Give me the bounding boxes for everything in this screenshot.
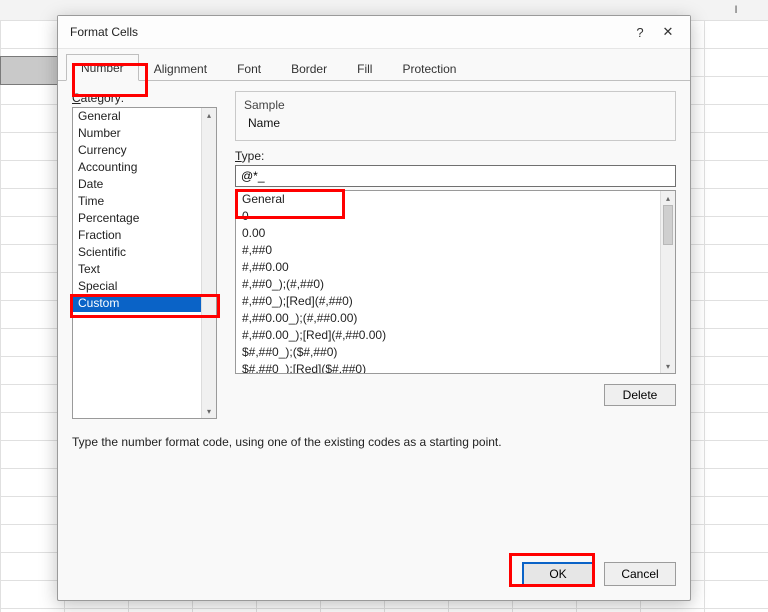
category-label: Category: (72, 91, 217, 105)
category-item-time[interactable]: Time (73, 193, 202, 210)
category-item-number[interactable]: Number (73, 125, 202, 142)
scroll-up-icon[interactable]: ▴ (661, 191, 675, 205)
format-cells-dialog: Format Cells ? ✕ Number Alignment Font B… (57, 15, 691, 601)
type-item[interactable]: #,##0.00_);[Red](#,##0.00) (236, 327, 661, 344)
scroll-track[interactable] (661, 205, 675, 359)
type-listbox[interactable]: General 0 0.00 #,##0 #,##0.00 #,##0_);(#… (235, 190, 676, 374)
category-item-currency[interactable]: Currency (73, 142, 202, 159)
sample-value: Name (244, 112, 667, 130)
format-hint: Type the number format code, using one o… (72, 435, 676, 449)
scroll-up-icon[interactable]: ▴ (202, 108, 216, 122)
type-item[interactable]: #,##0.00 (236, 259, 661, 276)
scroll-down-icon[interactable]: ▾ (202, 404, 216, 418)
close-button[interactable]: ✕ (654, 21, 682, 43)
type-item[interactable]: #,##0_);[Red](#,##0) (236, 293, 661, 310)
type-item[interactable]: 0 (236, 208, 661, 225)
type-label: Type: (235, 149, 676, 163)
dialog-titlebar[interactable]: Format Cells ? ✕ (58, 16, 690, 49)
scroll-thumb[interactable] (663, 205, 673, 245)
dialog-body: Category: General Number Currency Accoun… (58, 81, 690, 552)
sample-box: Sample Name (235, 91, 676, 141)
tab-fill[interactable]: Fill (342, 55, 387, 81)
dialog-title: Format Cells (70, 25, 626, 39)
tab-font[interactable]: Font (222, 55, 276, 81)
category-listbox[interactable]: General Number Currency Accounting Date … (72, 107, 217, 419)
category-item-custom[interactable]: Custom (73, 295, 202, 312)
column-header-I[interactable]: I (704, 0, 768, 20)
scroll-track[interactable] (202, 122, 216, 404)
type-item[interactable]: 0.00 (236, 225, 661, 242)
category-item-special[interactable]: Special (73, 278, 202, 295)
category-scrollbar[interactable]: ▴ ▾ (201, 108, 216, 418)
type-item[interactable]: #,##0 (236, 242, 661, 259)
tab-protection[interactable]: Protection (387, 55, 471, 81)
type-item[interactable]: General (236, 191, 661, 208)
dialog-footer: OK Cancel (58, 552, 690, 600)
close-icon: ✕ (663, 24, 674, 40)
sample-label: Sample (244, 98, 667, 112)
category-item-date[interactable]: Date (73, 176, 202, 193)
type-input[interactable] (235, 165, 676, 187)
category-item-percentage[interactable]: Percentage (73, 210, 202, 227)
tab-number[interactable]: Number (66, 54, 139, 81)
type-item[interactable]: #,##0_);(#,##0) (236, 276, 661, 293)
tab-border[interactable]: Border (276, 55, 342, 81)
type-item[interactable]: $#,##0_);[Red]($#,##0) (236, 361, 661, 374)
type-item[interactable]: #,##0.00_);(#,##0.00) (236, 310, 661, 327)
scroll-down-icon[interactable]: ▾ (661, 359, 675, 373)
active-cell[interactable] (0, 56, 65, 85)
help-button[interactable]: ? (626, 21, 654, 43)
delete-button[interactable]: Delete (604, 384, 676, 406)
cancel-button[interactable]: Cancel (604, 562, 676, 586)
question-mark-icon: ? (636, 25, 643, 40)
dialog-tabs: Number Alignment Font Border Fill Protec… (58, 53, 690, 81)
tab-alignment[interactable]: Alignment (139, 55, 222, 81)
ok-button[interactable]: OK (522, 562, 594, 586)
category-item-scientific[interactable]: Scientific (73, 244, 202, 261)
category-item-fraction[interactable]: Fraction (73, 227, 202, 244)
category-item-accounting[interactable]: Accounting (73, 159, 202, 176)
type-scrollbar[interactable]: ▴ ▾ (660, 191, 675, 373)
type-item[interactable]: $#,##0_);($#,##0) (236, 344, 661, 361)
category-item-general[interactable]: General (73, 108, 202, 125)
category-item-text[interactable]: Text (73, 261, 202, 278)
